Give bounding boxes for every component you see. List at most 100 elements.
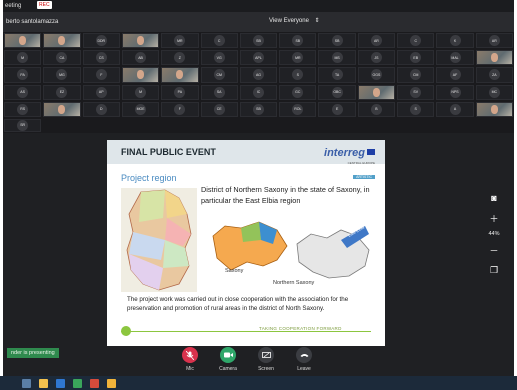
- participant-tile[interactable]: MC: [475, 84, 513, 100]
- camera-snapshot-icon[interactable]: ◙: [487, 191, 501, 205]
- participant-tile[interactable]: S: [279, 67, 317, 83]
- participant-tile[interactable]: [4, 33, 42, 49]
- participant-tile[interactable]: JS: [357, 50, 396, 66]
- participant-tile[interactable]: SB: [239, 101, 278, 117]
- participant-tile[interactable]: NPS: [436, 84, 474, 100]
- interreg-sub: CENTRAL EUROPE: [347, 161, 375, 165]
- participant-tile[interactable]: MG: [43, 67, 81, 83]
- participant-tile[interactable]: APL: [239, 50, 278, 66]
- participant-tile[interactable]: CE: [200, 101, 238, 117]
- participant-tile[interactable]: C: [397, 33, 435, 49]
- participant-tile[interactable]: MR: [161, 33, 199, 49]
- participant-tile[interactable]: F: [82, 67, 120, 83]
- participant-tile[interactable]: AG: [239, 67, 278, 83]
- camera-button[interactable]: Camera: [213, 347, 243, 372]
- zoom-in-icon[interactable]: ＋: [487, 211, 501, 225]
- participant-avatar: CA: [56, 52, 68, 64]
- fit-screen-icon[interactable]: ❐: [487, 263, 501, 277]
- screen-share-button[interactable]: Screen: [251, 347, 281, 372]
- participant-tile[interactable]: TA: [318, 67, 356, 83]
- participant-tile[interactable]: A: [436, 101, 474, 117]
- participant-tile[interactable]: CS: [82, 50, 120, 66]
- window-title: eeting: [5, 3, 22, 9]
- participant-tile[interactable]: MR: [279, 50, 317, 66]
- participant-tile[interactable]: AR: [357, 33, 396, 49]
- leave-button[interactable]: Leave: [289, 347, 319, 372]
- participant-avatar: SV: [410, 86, 422, 98]
- participant-avatar: MS: [331, 52, 343, 64]
- participant-tile[interactable]: OBC: [318, 84, 356, 100]
- participant-tile[interactable]: [43, 101, 81, 117]
- participant-avatar: VG: [213, 52, 225, 64]
- participant-tile[interactable]: B: [357, 101, 396, 117]
- participant-tile[interactable]: F: [161, 101, 199, 117]
- participant-tile[interactable]: OGS: [357, 67, 396, 83]
- participant-tile[interactable]: EB: [397, 50, 435, 66]
- rec-badge: REC: [37, 1, 52, 10]
- participant-tile[interactable]: GC: [279, 84, 317, 100]
- participant-tile[interactable]: D: [82, 101, 120, 117]
- participant-tile[interactable]: [357, 84, 396, 100]
- participant-tile[interactable]: [475, 101, 513, 117]
- participant-tile[interactable]: MOE: [121, 101, 160, 117]
- participant-video: [372, 87, 380, 97]
- mic-label: Mic: [186, 366, 194, 372]
- participant-avatar: PA: [174, 86, 186, 98]
- file-explorer-icon[interactable]: [39, 378, 48, 388]
- participant-tile[interactable]: CA: [43, 50, 81, 66]
- browser-icon[interactable]: [73, 378, 82, 388]
- participant-tile[interactable]: VG: [200, 50, 238, 66]
- participant-tile[interactable]: [475, 50, 513, 66]
- participant-tile[interactable]: SB: [239, 33, 278, 49]
- participant-tile[interactable]: [121, 33, 160, 49]
- participant-tile[interactable]: PA: [4, 67, 42, 83]
- participant-tile[interactable]: AB: [121, 50, 160, 66]
- zoom-out-icon[interactable]: －: [487, 243, 501, 257]
- participant-tile[interactable]: [121, 67, 160, 83]
- participant-tile[interactable]: AF: [436, 67, 474, 83]
- participant-tile[interactable]: DDR: [82, 33, 120, 49]
- participant-tile[interactable]: CM: [397, 67, 435, 83]
- participant-tile[interactable]: AS: [4, 84, 42, 100]
- participant-tile[interactable]: SA: [200, 84, 238, 100]
- participant-tile[interactable]: Z: [161, 50, 199, 66]
- participant-tile[interactable]: [43, 33, 81, 49]
- participant-tile[interactable]: C: [200, 33, 238, 49]
- footer-slogan: TAKING COOPERATION FORWARD: [257, 326, 344, 331]
- participant-avatar: MOE: [135, 103, 147, 115]
- participant-tile[interactable]: SB: [318, 33, 356, 49]
- participant-tile[interactable]: E: [318, 101, 356, 117]
- camera-label: Camera: [219, 366, 237, 372]
- participant-tile[interactable]: SB: [279, 33, 317, 49]
- participant-tile[interactable]: EZ: [43, 84, 81, 100]
- participant-tile[interactable]: AR: [475, 33, 513, 49]
- participant-avatar: M: [135, 86, 147, 98]
- participant-tile[interactable]: SV: [397, 84, 435, 100]
- participant-tile[interactable]: M: [121, 84, 160, 100]
- mail-icon[interactable]: [56, 378, 65, 388]
- participant-tile[interactable]: ROL: [279, 101, 317, 117]
- search-icon[interactable]: [22, 378, 31, 388]
- participant-tile[interactable]: S: [397, 101, 435, 117]
- chrome-icon[interactable]: [107, 378, 116, 388]
- participant-tile[interactable]: SR: [4, 118, 42, 132]
- zoom-level: 44%: [488, 231, 500, 237]
- chevron-updown-icon: ⇕: [314, 18, 320, 24]
- participant-tile[interactable]: K: [436, 33, 474, 49]
- mic-button[interactable]: Mic: [175, 347, 205, 372]
- participant-tile[interactable]: PA: [161, 84, 199, 100]
- participant-tile[interactable]: IC: [239, 84, 278, 100]
- artistic-tag: ARTISTIC: [353, 175, 375, 179]
- participant-tile[interactable]: AP: [82, 84, 120, 100]
- participant-tile[interactable]: MS: [318, 50, 356, 66]
- presentation-slide: FINAL PUBLIC EVENT interreg CENTRAL EURO…: [107, 140, 385, 346]
- meeting-app-icon[interactable]: [90, 378, 99, 388]
- host-name: berto santolamazza: [6, 19, 59, 25]
- participant-tile[interactable]: CM: [200, 67, 238, 83]
- participant-tile[interactable]: M: [4, 50, 42, 66]
- participant-tile[interactable]: MAL: [436, 50, 474, 66]
- view-everyone-dropdown[interactable]: View Everyone ⇕: [265, 17, 320, 24]
- participant-tile[interactable]: [161, 67, 199, 83]
- participant-tile[interactable]: RS: [4, 101, 42, 117]
- participant-tile[interactable]: ZA: [475, 67, 513, 83]
